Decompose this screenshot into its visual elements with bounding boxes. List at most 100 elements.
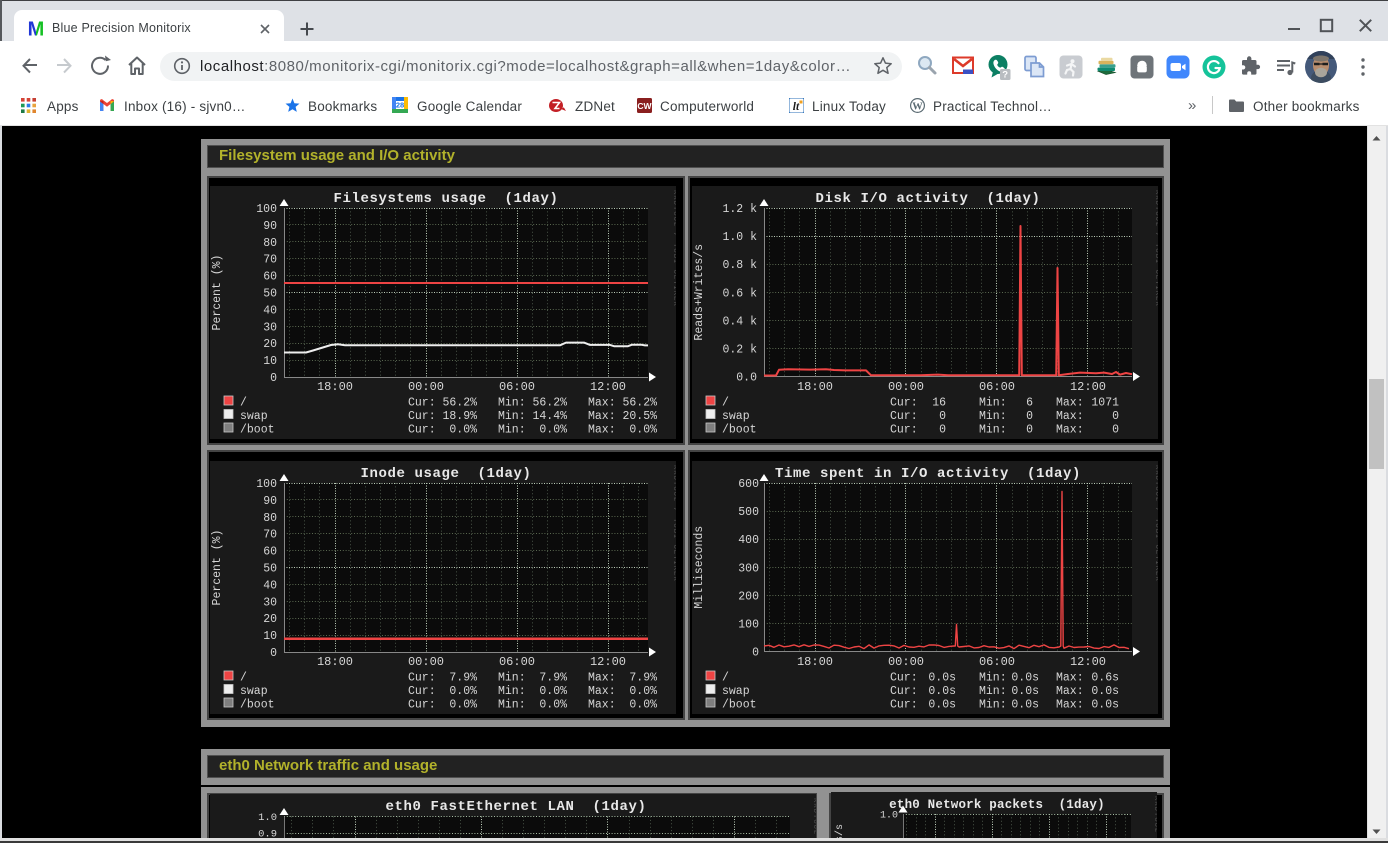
svg-text:12:00: 12:00 <box>1070 380 1106 394</box>
svg-text:Min:: Min: <box>498 699 526 712</box>
svg-text:1.0: 1.0 <box>258 812 277 824</box>
svg-text:Max:: Max: <box>1056 410 1084 423</box>
svg-text:Cur:: Cur: <box>408 699 436 712</box>
svg-text:Cur:: Cur: <box>890 424 918 437</box>
svg-text:Max:: Max: <box>1056 672 1084 685</box>
svg-text:Milliseconds: Milliseconds <box>693 526 706 609</box>
svg-text:eth0 FastEthernet LAN (1day): eth0 FastEthernet LAN (1day) <box>385 799 646 815</box>
svg-text:RRDTOOL / TOBI OETIKER: RRDTOOL / TOBI OETIKER <box>671 465 676 582</box>
svg-text:Max:: Max: <box>588 397 616 410</box>
svg-text:0: 0 <box>939 424 946 437</box>
svg-text:56.2%: 56.2% <box>442 397 477 410</box>
svg-text:00:00: 00:00 <box>888 655 924 669</box>
svg-text:0.0s: 0.0s <box>928 699 956 712</box>
svg-text:0.0s: 0.0s <box>928 685 956 698</box>
svg-text:20: 20 <box>263 338 277 351</box>
svg-text:6: 6 <box>1026 397 1033 410</box>
svg-text:/boot: /boot <box>722 424 757 437</box>
svg-text:0: 0 <box>270 372 277 385</box>
svg-text:0: 0 <box>1112 424 1119 437</box>
svg-text:80: 80 <box>263 237 277 250</box>
svg-text:00:00: 00:00 <box>408 655 444 669</box>
svg-text:40: 40 <box>263 304 277 317</box>
svg-text:Time spent in I/O activity (1: Time spent in I/O activity (1day) <box>775 466 1081 482</box>
svg-text:Cur:: Cur: <box>890 685 918 698</box>
svg-text:0.8 k: 0.8 k <box>722 259 757 272</box>
svg-text:Max:: Max: <box>588 672 616 685</box>
svg-text:500: 500 <box>738 506 759 519</box>
svg-text:18.9%: 18.9% <box>442 410 477 423</box>
svg-text:0.0%: 0.0% <box>629 699 657 712</box>
svg-text:10: 10 <box>263 630 277 643</box>
svg-text:16: 16 <box>932 397 946 410</box>
svg-text:0.0%: 0.0% <box>539 424 567 437</box>
svg-text:Max:: Max: <box>1056 397 1084 410</box>
svg-text:0: 0 <box>752 647 759 660</box>
svg-text:0.0s: 0.0s <box>928 672 956 685</box>
svg-text:W: W <box>912 102 923 113</box>
svg-text:RRDTOOL / TOBI OETIKER: RRDTOOL / TOBI OETIKER <box>1152 796 1157 843</box>
svg-text:Min:: Min: <box>498 424 526 437</box>
svg-text:12:00: 12:00 <box>590 380 626 394</box>
svg-text:60: 60 <box>263 271 277 284</box>
svg-text:Cur:: Cur: <box>408 672 436 685</box>
svg-text:30: 30 <box>263 596 277 609</box>
svg-text:00:00: 00:00 <box>888 380 924 394</box>
svg-text:Min:: Min: <box>979 424 1007 437</box>
svg-text:0.0%: 0.0% <box>449 685 477 698</box>
svg-text:0.0%: 0.0% <box>629 685 657 698</box>
svg-text:Cur:: Cur: <box>408 424 436 437</box>
svg-text:/boot: /boot <box>240 699 275 712</box>
svg-text:swap: swap <box>240 685 268 698</box>
svg-text:0.0s: 0.0s <box>1011 672 1039 685</box>
svg-text:7.9%: 7.9% <box>539 672 567 685</box>
svg-text:06:00: 06:00 <box>979 655 1015 669</box>
svg-text:Min:: Min: <box>498 685 526 698</box>
svg-text:Max:: Max: <box>1056 699 1084 712</box>
svg-text:0.0s: 0.0s <box>1091 699 1119 712</box>
svg-text:swap: swap <box>722 685 750 698</box>
svg-text:0: 0 <box>1112 410 1119 423</box>
svg-text:RRDTOOL / TOBI OETIKER: RRDTOOL / TOBI OETIKER <box>811 798 816 843</box>
svg-text:0.0%: 0.0% <box>539 685 567 698</box>
svg-text:400: 400 <box>738 534 759 547</box>
svg-text:18:00: 18:00 <box>317 380 353 394</box>
svg-text:swap: swap <box>722 410 750 423</box>
svg-text:7.9%: 7.9% <box>449 672 477 685</box>
svg-text:Min:: Min: <box>979 685 1007 698</box>
svg-text:80: 80 <box>263 512 277 525</box>
svg-text:Cur:: Cur: <box>408 685 436 698</box>
svg-text:0.2 k: 0.2 k <box>722 343 757 356</box>
svg-text:20.5%: 20.5% <box>622 410 657 423</box>
svg-text:0.0%: 0.0% <box>629 424 657 437</box>
svg-text:90: 90 <box>263 220 277 233</box>
svg-text:06:00: 06:00 <box>499 655 535 669</box>
svg-text:lt: lt <box>793 101 800 113</box>
svg-text:100: 100 <box>256 203 277 216</box>
svg-text:Min:: Min: <box>979 672 1007 685</box>
svg-text:56.2%: 56.2% <box>532 397 567 410</box>
svg-text:0.4 k: 0.4 k <box>722 315 757 328</box>
svg-text:CW: CW <box>637 101 652 111</box>
svg-text:100: 100 <box>256 478 277 491</box>
svg-text:12:00: 12:00 <box>1070 655 1106 669</box>
svg-text:0: 0 <box>1026 410 1033 423</box>
svg-text:70: 70 <box>263 254 277 267</box>
svg-text:Percent (%): Percent (%) <box>211 255 224 331</box>
svg-text:Disk I/O activity (1day): Disk I/O activity (1day) <box>815 191 1040 207</box>
svg-text:?: ? <box>1002 70 1008 81</box>
svg-text:/boot: /boot <box>240 424 275 437</box>
svg-text:Percent (%): Percent (%) <box>211 530 224 606</box>
svg-text:Cur:: Cur: <box>408 410 436 423</box>
svg-text:Min:: Min: <box>979 397 1007 410</box>
svg-text:50: 50 <box>263 288 277 301</box>
svg-text:Max:: Max: <box>588 699 616 712</box>
svg-text:18:00: 18:00 <box>797 655 833 669</box>
svg-text:0.6 k: 0.6 k <box>722 287 757 300</box>
svg-text:1.0: 1.0 <box>880 811 898 822</box>
svg-text:Min:: Min: <box>498 410 526 423</box>
svg-text:1.2 k: 1.2 k <box>722 203 757 216</box>
svg-text:90: 90 <box>263 495 277 508</box>
svg-text:/boot: /boot <box>722 699 757 712</box>
svg-text:Max:: Max: <box>588 424 616 437</box>
